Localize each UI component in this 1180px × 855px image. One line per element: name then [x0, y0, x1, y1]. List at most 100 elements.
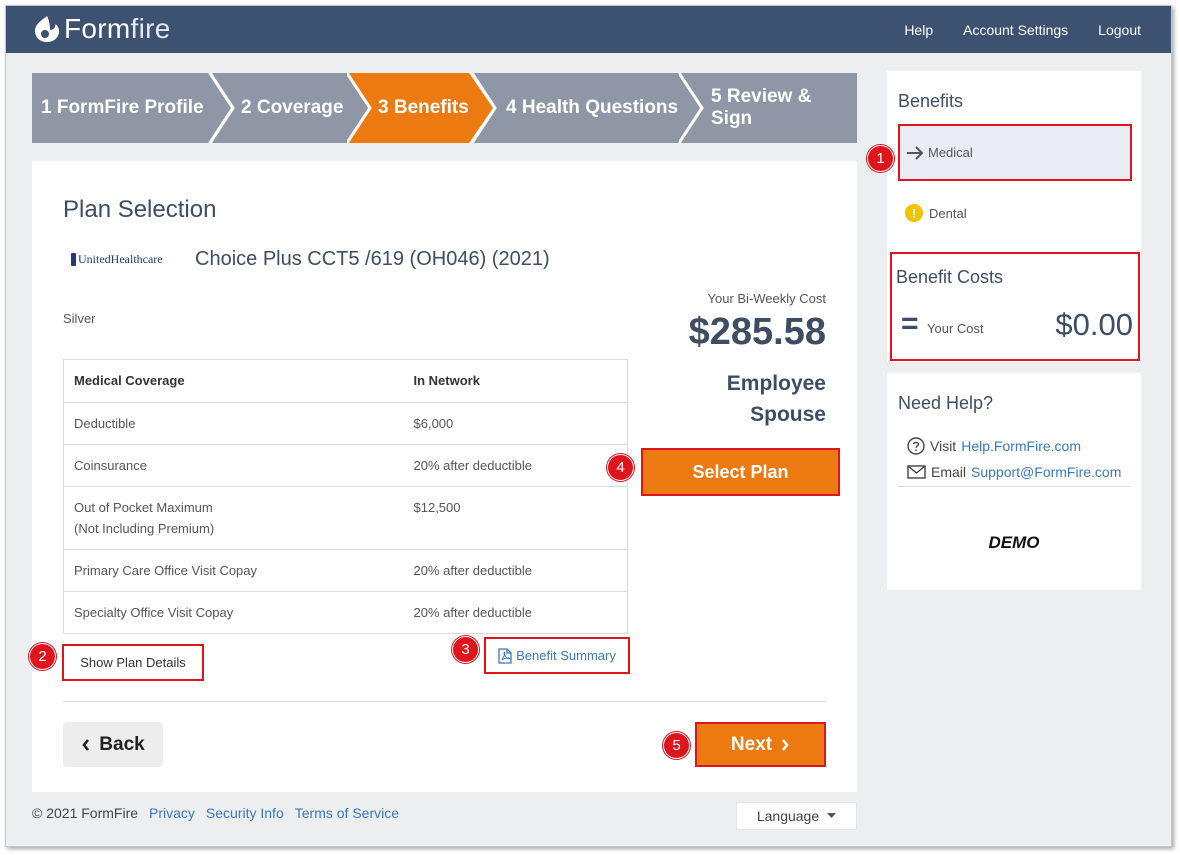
bi-weekly-cost: $285.58: [688, 311, 826, 353]
back-button[interactable]: Back: [63, 722, 163, 767]
sidebar-item-label: Dental: [929, 205, 967, 221]
equals-icon: =: [901, 307, 919, 340]
warning-icon: !: [905, 204, 923, 222]
table-row: Specialty Office Visit Copay 20% after d…: [63, 591, 628, 634]
step-label: 5 Review & Sign: [711, 86, 812, 129]
sidebar-item-medical[interactable]: Medical: [898, 124, 1132, 181]
next-button[interactable]: Next: [695, 722, 826, 767]
top-navigation-bar: Form fire Help Account Settings Logout: [6, 6, 1171, 53]
step-label: 2 Coverage: [241, 97, 344, 118]
table-cell: $12,500: [403, 486, 628, 550]
oop-label: Out of Pocket Maximum: [74, 500, 213, 515]
language-label: Language: [756, 808, 820, 824]
need-help-panel: Need Help? Visit Help.FormFire.com Email…: [887, 373, 1141, 590]
column-header-medical-coverage: Medical Coverage: [63, 359, 404, 403]
table-cell: Deductible: [63, 402, 404, 445]
help-email-row: Email Support@FormFire.com: [907, 464, 1121, 480]
uhc-mark-icon: [71, 253, 76, 266]
logo-text-fire: fire: [130, 13, 171, 44]
carrier-logo-text: UnitedHealthcare: [78, 252, 163, 266]
flame-icon: [35, 16, 59, 42]
coverage-spouse: Spouse: [750, 403, 826, 426]
help-site-link[interactable]: Help.FormFire.com: [961, 438, 1081, 454]
carrier-logo: UnitedHealthcare: [71, 252, 163, 267]
show-plan-details-button[interactable]: Show Plan Details: [62, 644, 204, 681]
support-email-link[interactable]: Support@FormFire.com: [971, 464, 1121, 480]
select-plan-button[interactable]: Select Plan: [641, 448, 840, 496]
envelope-icon: [907, 465, 926, 479]
coverage-table: Medical Coverage In Network Deductible $…: [63, 359, 628, 634]
language-dropdown[interactable]: Language: [736, 802, 857, 830]
account-settings-link[interactable]: Account Settings: [963, 22, 1068, 38]
question-circle-icon: [907, 437, 925, 455]
oop-note: (Not Including Premium): [74, 521, 215, 536]
plan-selection-card: Plan Selection UnitedHealthcare Choice P…: [32, 161, 857, 792]
table-cell: 20% after deductible: [403, 444, 628, 487]
table-row: Out of Pocket Maximum (Not Including Prem…: [63, 486, 628, 550]
chevron-right-icon: [782, 738, 789, 751]
benefit-summary-label: Benefit Summary: [516, 648, 616, 663]
benefit-costs-heading: Benefit Costs: [896, 267, 1004, 287]
next-label: Next: [730, 733, 773, 755]
table-header-row: Medical Coverage In Network: [63, 359, 628, 403]
annotation-badge-1: 1: [867, 145, 894, 172]
terms-of-service-link[interactable]: Terms of Service: [295, 805, 399, 821]
annotation-badge-3: 3: [452, 636, 479, 663]
your-cost-amount: $0.00: [1055, 307, 1133, 342]
arrow-right-icon: [907, 145, 924, 160]
table-cell: 20% after deductible: [403, 549, 628, 592]
table-cell: Primary Care Office Visit Copay: [63, 549, 404, 592]
benefits-panel: Benefits Medical ! Dental: [887, 71, 1141, 252]
table-row: Primary Care Office Visit Copay 20% afte…: [63, 549, 628, 592]
demo-label: DEMO: [988, 533, 1040, 552]
copyright: © 2021 FormFire: [32, 805, 139, 821]
table-cell: Specialty Office Visit Copay: [63, 591, 404, 634]
privacy-link[interactable]: Privacy: [149, 805, 195, 821]
table-cell: 20% after deductible: [403, 591, 628, 634]
column-header-in-network: In Network: [403, 359, 628, 403]
benefits-heading: Benefits: [898, 91, 964, 111]
app-window: Form fire Help Account Settings Logout 1 …: [5, 5, 1172, 847]
visit-label: Visit: [930, 438, 957, 454]
benefit-costs-panel: Benefit Costs = Your Cost $0.00: [887, 252, 1141, 362]
annotation-badge-4: 4: [607, 454, 634, 481]
need-help-heading: Need Help?: [898, 393, 994, 413]
sidebar-item-label: Medical: [928, 145, 973, 160]
progress-steps: 1 FormFire Profile 2 Coverage 3 Benefits…: [32, 73, 857, 143]
formfire-logo[interactable]: Form fire: [32, 13, 171, 45]
top-nav-links: Help Account Settings Logout: [904, 6, 1141, 53]
table-row: Coinsurance 20% after deductible: [63, 444, 628, 487]
logout-link[interactable]: Logout: [1098, 22, 1141, 38]
table-row: Deductible $6,000: [63, 402, 628, 445]
caret-down-icon: [827, 813, 837, 818]
footer: © 2021 FormFire Privacy Security Info Te…: [32, 805, 399, 821]
sidebar-item-dental[interactable]: ! Dental: [905, 204, 967, 222]
back-label: Back: [99, 733, 145, 755]
page-title: Plan Selection: [63, 196, 217, 223]
security-info-link[interactable]: Security Info: [206, 805, 284, 821]
cost-label: Your Bi-Weekly Cost: [707, 291, 827, 306]
step-health-questions[interactable]: 4 Health Questions: [472, 73, 704, 143]
step-formfire-profile[interactable]: 1 FormFire Profile: [32, 73, 233, 143]
divider: [63, 701, 826, 702]
step-label: 3 Benefits: [378, 97, 469, 118]
table-cell: $6,000: [403, 402, 628, 445]
email-label: Email: [931, 464, 967, 480]
step-label: 4 Health Questions: [506, 97, 679, 118]
step-label: 1 FormFire Profile: [41, 97, 204, 118]
plan-tier: Silver: [63, 311, 96, 326]
chevron-left-icon: [82, 738, 90, 751]
benefit-summary-link[interactable]: Benefit Summary: [484, 637, 630, 674]
divider: [898, 486, 1130, 487]
step-review-sign[interactable]: 5 Review & Sign: [679, 73, 857, 143]
your-cost-label: Your Cost: [927, 321, 984, 336]
help-link[interactable]: Help: [904, 22, 933, 38]
plan-name: Choice Plus CCT5 /619 (OH046) (2021): [195, 248, 550, 270]
pdf-file-icon: [498, 647, 512, 664]
coverage-employee: Employee: [726, 372, 826, 395]
table-cell: Out of Pocket Maximum (Not Including Prem…: [63, 486, 404, 550]
annotation-badge-5: 5: [663, 732, 690, 759]
logo-text-form: Form: [64, 13, 131, 44]
help-visit-row: Visit Help.FormFire.com: [907, 437, 1081, 455]
annotation-badge-2: 2: [29, 643, 56, 670]
